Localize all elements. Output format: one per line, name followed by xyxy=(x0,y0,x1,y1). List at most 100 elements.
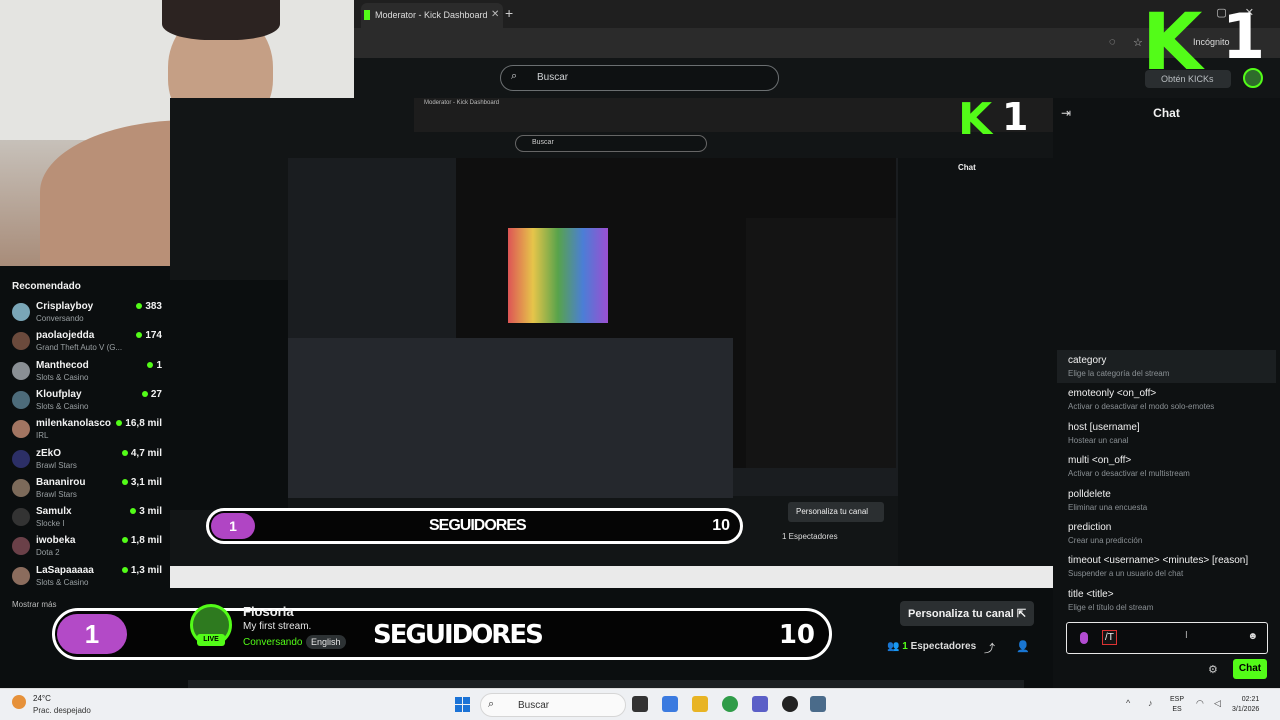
command-description: Hostear un canal xyxy=(1068,435,1129,445)
chat-input[interactable]: /T I ☻ xyxy=(1066,622,1268,654)
lang-line1: ESP xyxy=(1170,696,1185,703)
recommended-channel[interactable]: Crisplayboy Conversando 383 xyxy=(12,299,162,328)
channel-avatar xyxy=(12,332,30,351)
copilot-icon[interactable] xyxy=(662,696,678,712)
language-badge[interactable]: English xyxy=(306,635,346,649)
follower-goal-count: 10 xyxy=(778,620,815,650)
command-suggestion[interactable]: emoteonly <on_off> Activar o desactivar e… xyxy=(1057,383,1276,416)
emoji-icon[interactable]: ☻ xyxy=(1247,631,1258,642)
gear-icon[interactable]: ⚙ xyxy=(1208,663,1218,676)
channel-name: iwobeka xyxy=(36,535,76,547)
command-name: multi <on_off> xyxy=(1068,455,1132,467)
chat-input-value[interactable]: /T xyxy=(1102,630,1117,645)
nested-kick-logo: K xyxy=(958,94,993,145)
recommended-channel[interactable]: Samulx Slocke I 3 mil xyxy=(12,504,162,533)
nested-chat: Chat xyxy=(898,158,1053,578)
microphone-icon[interactable] xyxy=(1080,632,1088,644)
taskbar-search[interactable]: ⌕ Buscar xyxy=(480,693,626,717)
streamer-name[interactable]: Flosoria xyxy=(243,604,294,619)
channel-avatar xyxy=(12,537,30,556)
channel-avatar xyxy=(12,390,30,409)
search-input[interactable]: ⌕ Buscar xyxy=(500,65,779,91)
channel-avatar xyxy=(12,303,30,321)
browser-tab[interactable]: Moderator - Kick Dashboard ✕ xyxy=(361,3,503,28)
new-tab-icon[interactable]: + xyxy=(505,5,513,21)
chat-panel: ⇥ Chat category Elige la categoría del st… xyxy=(1053,98,1280,688)
file-explorer-icon[interactable] xyxy=(692,696,708,712)
command-name: category xyxy=(1068,355,1107,366)
viewers-icon: 👥 xyxy=(887,641,903,652)
teams-icon[interactable] xyxy=(752,696,768,712)
nested-espectadores: 1 Espectadores xyxy=(782,532,838,541)
channel-viewer-count: 3 mil xyxy=(139,506,162,518)
clock[interactable]: 02:21 3/1/2026 xyxy=(1232,695,1259,715)
nested-personaliza-button: Personaliza tu canal xyxy=(788,502,884,522)
recommended-channel[interactable]: paolaojedda Grand Theft Auto V (G... 174 xyxy=(12,328,162,357)
command-suggestion[interactable]: multi <on_off> Activar o desactivar el mu… xyxy=(1057,450,1276,483)
close-tab-icon[interactable]: ✕ xyxy=(491,9,499,20)
recommended-channel[interactable]: milenkanolasco IRL 16,8 mil xyxy=(12,416,162,445)
recommended-channel[interactable]: iwobeka Dota 2 1,8 mil xyxy=(12,533,162,562)
live-dot-icon xyxy=(116,420,123,427)
channel-name: Bananirou xyxy=(36,476,86,488)
kick-logo-big: K xyxy=(1142,0,1203,88)
obs-icon[interactable] xyxy=(782,696,798,712)
nested-banner-count: 10 xyxy=(712,517,730,534)
eye-off-icon[interactable]: ◌ xyxy=(1109,36,1116,48)
customize-channel-button[interactable]: Personaliza tu canal ⇱ xyxy=(900,601,1034,626)
weather-icon[interactable] xyxy=(12,695,26,709)
mic-tray-icon[interactable]: ♪ xyxy=(1148,698,1153,708)
recommended-channel[interactable]: Bananirou Brawl Stars 3,1 mil xyxy=(12,475,162,504)
nested-shorts-panel xyxy=(746,218,896,468)
channel-category: Conversando xyxy=(36,314,84,323)
command-name: prediction xyxy=(1068,522,1112,533)
address-bar[interactable]: ◌ ☆ Incógnito xyxy=(353,28,1280,58)
channel-viewer-count: 383 xyxy=(145,301,162,312)
chevron-up-icon[interactable]: ^ xyxy=(1126,698,1130,708)
command-suggestion[interactable]: category Elige la categoría del stream xyxy=(1057,350,1276,383)
chrome-icon[interactable] xyxy=(722,696,738,712)
send-chat-button[interactable]: Chat xyxy=(1233,659,1267,679)
channel-category: Brawl Stars xyxy=(36,489,77,499)
task-view-icon[interactable] xyxy=(632,696,648,712)
input-language[interactable]: ESP ES xyxy=(1170,695,1184,715)
recommended-channel[interactable]: zEkO Brawl Stars 4,7 mil xyxy=(12,446,162,475)
command-suggestion[interactable]: title <title> Elige el título del stream xyxy=(1057,584,1276,617)
channel-name: Manthecod xyxy=(36,359,89,371)
channel-avatar xyxy=(12,420,30,439)
share-icon[interactable]: ⤴ xyxy=(984,640,995,656)
command-suggestion[interactable]: host [username] Hostear un canal xyxy=(1057,417,1276,450)
command-suggestion[interactable]: polldelete Eliminar una encuesta xyxy=(1057,484,1276,517)
recommended-channel[interactable]: Kloufplay Slots & Casino 27 xyxy=(12,387,162,416)
volume-icon[interactable]: ◁ xyxy=(1214,698,1221,709)
kick-favicon-icon xyxy=(364,10,370,20)
channel-viewers: 1 xyxy=(147,360,162,371)
nested-screen-capture: Moderator - Kick Dashboard Buscar Chat 1… xyxy=(170,98,1053,588)
weather-text[interactable]: Prac. despejado xyxy=(33,706,91,715)
app-icon[interactable] xyxy=(810,696,826,712)
windows-start-icon[interactable] xyxy=(455,697,470,712)
nested-follower-banner: 1 SEGUIDORES 10 xyxy=(206,508,743,544)
wifi-icon[interactable]: ◠ xyxy=(1196,698,1204,709)
channel-name: zEkO xyxy=(36,447,62,459)
channel-avatar xyxy=(12,478,30,497)
nested-chat-title: Chat xyxy=(958,163,976,172)
command-description: Eliminar una encuesta xyxy=(1068,502,1148,512)
browser-tabbar: Moderator - Kick Dashboard ✕ + –▢✕ xyxy=(353,0,1280,28)
command-suggestion[interactable]: timeout <username> <minutes> [reason] Sus… xyxy=(1057,550,1276,583)
recommended-channel[interactable]: LaSapaaaaa Slots & Casino 1,3 mil xyxy=(12,563,162,592)
temperature[interactable]: 24°C xyxy=(33,694,51,703)
channel-name: Kloufplay xyxy=(36,388,82,400)
show-more-link[interactable]: Mostrar más xyxy=(12,600,56,609)
nested-tab: Moderator - Kick Dashboard xyxy=(424,100,500,106)
channel-viewer-count: 1 xyxy=(156,359,162,371)
recommended-channel[interactable]: Manthecod Slots & Casino 1 xyxy=(12,358,162,387)
add-user-icon[interactable]: 👤 xyxy=(1016,640,1030,653)
command-suggestion[interactable]: prediction Crear una predicción xyxy=(1057,517,1276,550)
channel-viewer-count: 4,7 mil xyxy=(130,447,162,459)
stream-category[interactable]: Conversando xyxy=(243,637,302,648)
lang-line2: ES xyxy=(1172,706,1182,713)
clock-date: 3/1/2026 xyxy=(1232,706,1260,713)
command-name: emoteonly <on_off> xyxy=(1068,388,1157,400)
channel-viewers: 3,1 mil xyxy=(121,477,162,488)
